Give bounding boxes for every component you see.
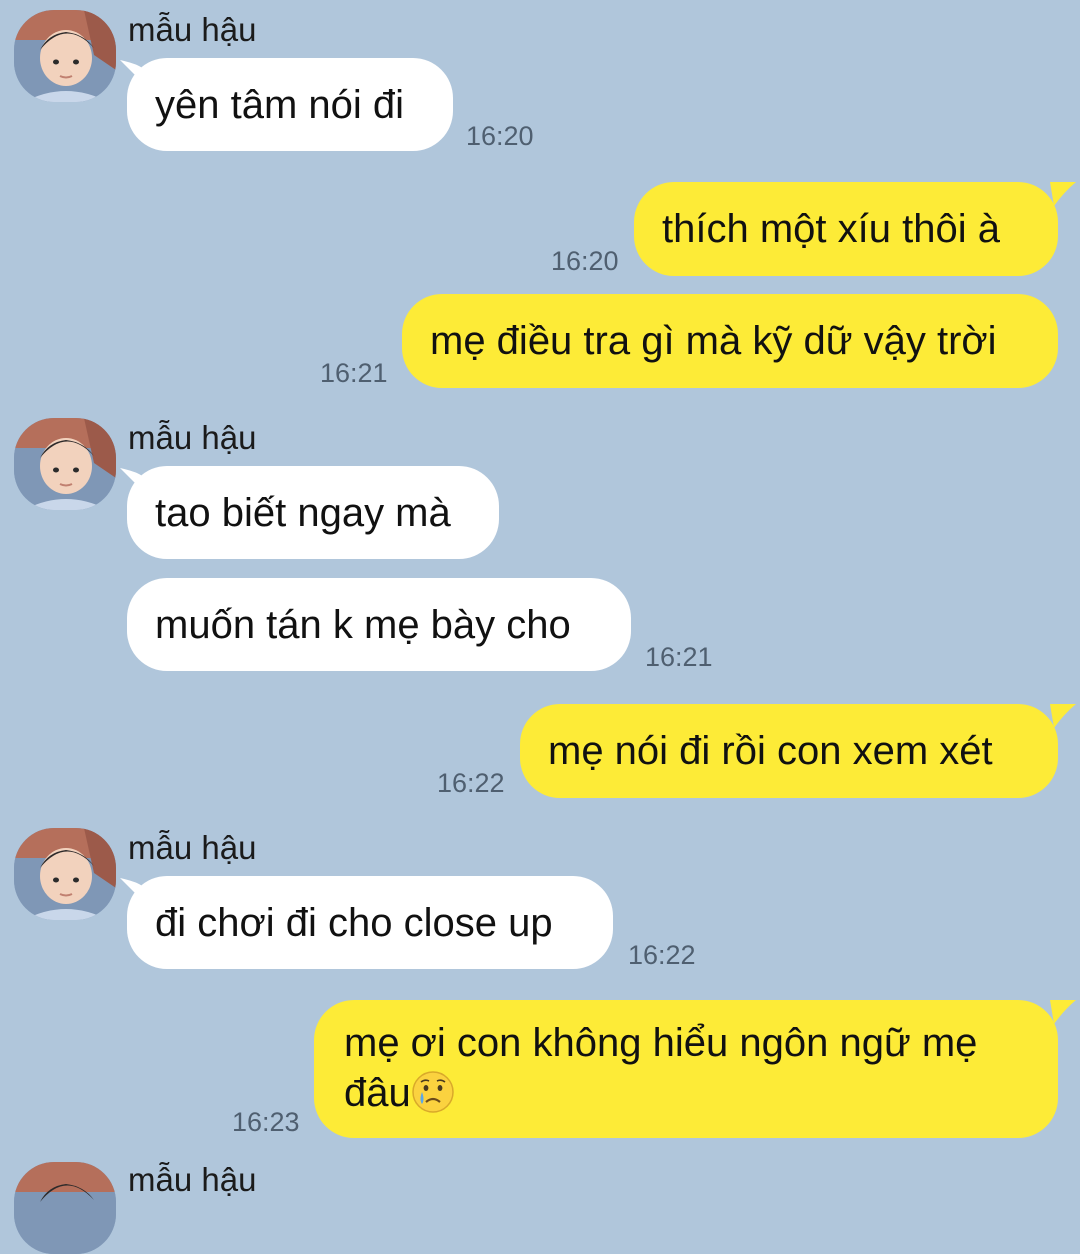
message-text: mẹ nói đi rồi con xem xét <box>548 729 993 773</box>
outgoing-message[interactable]: mẹ ơi con không hiểu ngôn ngữ mẹ đâu <box>314 1000 1058 1138</box>
baby-photo-icon <box>14 10 116 102</box>
message-text: muốn tán k mẹ bày cho <box>155 603 571 647</box>
sender-name: mẫu hậu <box>128 11 257 48</box>
bubble-tail <box>1050 704 1076 728</box>
sender-avatar[interactable] <box>14 418 116 510</box>
message-text: thích một xíu thôi à <box>662 207 1000 251</box>
baby-photo-icon <box>14 828 116 920</box>
sender-avatar[interactable] <box>14 828 116 920</box>
message-time: 16:22 <box>437 768 505 798</box>
message-text: đi chơi đi cho close up <box>155 901 553 945</box>
incoming-message[interactable]: yên tâm nói đi <box>127 58 453 151</box>
bubble-tail <box>1050 1000 1076 1024</box>
incoming-message[interactable]: tao biết ngay mà <box>127 466 499 559</box>
sender-name: mẫu hậu <box>128 419 257 456</box>
baby-photo-icon <box>14 418 116 510</box>
incoming-message[interactable]: đi chơi đi cho close up <box>127 876 613 969</box>
sender-name: mẫu hậu <box>128 1161 257 1198</box>
incoming-message[interactable]: muốn tán k mẹ bày cho <box>127 578 631 671</box>
message-time: 16:22 <box>628 940 696 970</box>
outgoing-message[interactable]: thích một xíu thôi à <box>634 182 1058 276</box>
message-text: tao biết ngay mà <box>155 491 451 535</box>
message-time: 16:21 <box>645 642 713 672</box>
message-text: yên tâm nói đi <box>155 83 405 127</box>
sender-avatar[interactable] <box>14 10 116 102</box>
message-time: 16:20 <box>551 246 619 276</box>
message-time: 16:21 <box>320 358 388 388</box>
outgoing-message[interactable]: mẹ điều tra gì mà kỹ dữ vậy trời <box>402 294 1058 388</box>
outgoing-message[interactable]: mẹ nói đi rồi con xem xét <box>520 704 1058 798</box>
crying-face-icon <box>412 1071 454 1113</box>
chat-message-list[interactable]: mẫu hậu yên tâm nói đi 16:20 thích một x… <box>0 0 1080 1254</box>
sender-name: mẫu hậu <box>128 829 257 866</box>
message-text: mẹ điều tra gì mà kỹ dữ vậy trời <box>430 319 997 363</box>
bubble-tail <box>1050 182 1076 206</box>
message-time: 16:23 <box>232 1107 300 1137</box>
message-time: 16:20 <box>466 121 534 151</box>
